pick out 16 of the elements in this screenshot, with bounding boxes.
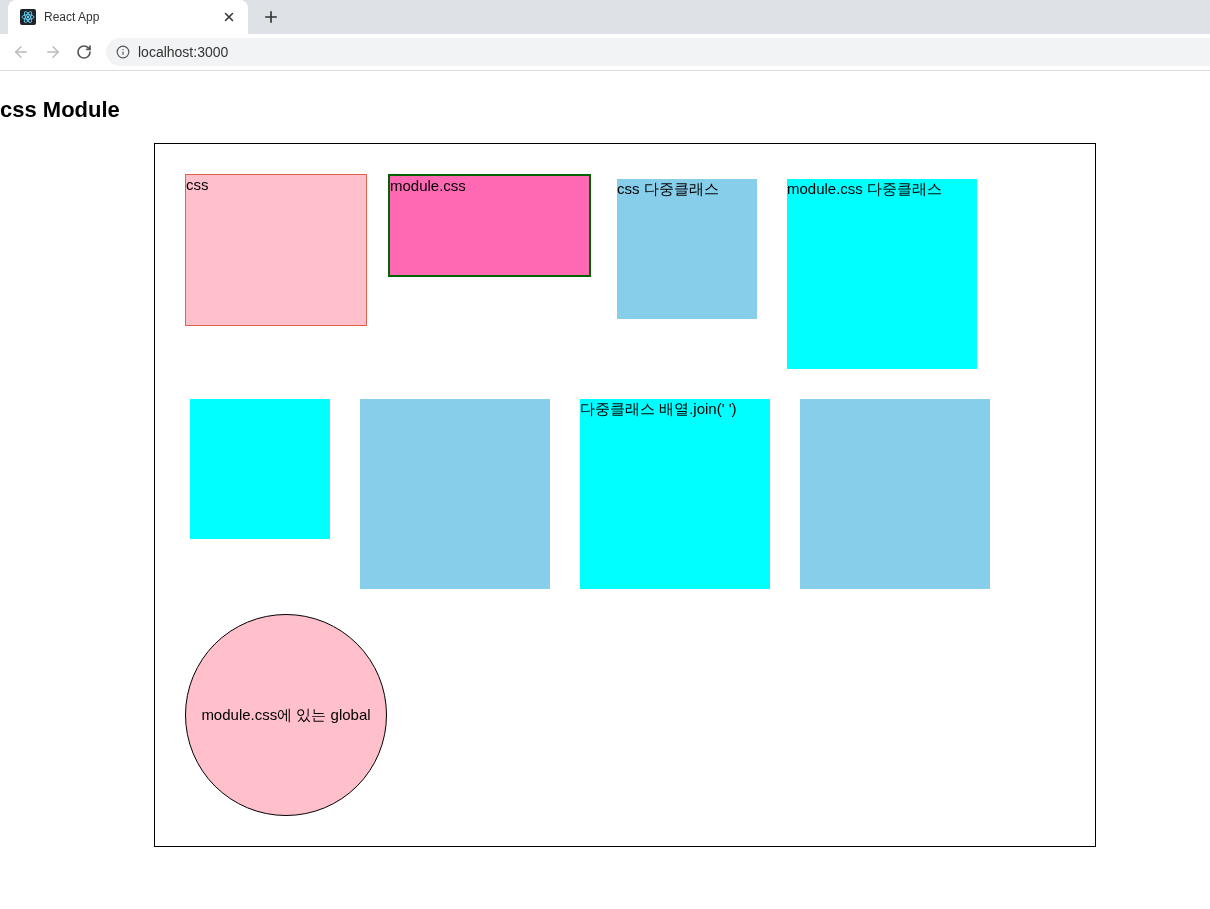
- close-icon[interactable]: [222, 10, 236, 24]
- page-heading: css Module: [0, 96, 121, 124]
- address-bar[interactable]: localhost:3000: [106, 38, 1210, 66]
- box-label: module.css: [390, 177, 466, 194]
- tab-title: React App: [44, 9, 101, 26]
- url-text: localhost:3000: [138, 42, 229, 62]
- info-icon: [116, 45, 130, 59]
- box-label: css: [186, 176, 209, 193]
- box-label: css 다중클래스: [617, 180, 719, 197]
- browser-tab[interactable]: React App: [8, 0, 248, 34]
- box-label: 다중클래스 배열.join(' '): [580, 400, 737, 417]
- new-tab-icon[interactable]: [262, 8, 280, 26]
- atom-icon: [20, 9, 36, 25]
- reload-icon[interactable]: [76, 44, 92, 60]
- box-label: module.css 다중클래스: [787, 180, 943, 197]
- box-label: module.css에 있는 global: [201, 705, 371, 725]
